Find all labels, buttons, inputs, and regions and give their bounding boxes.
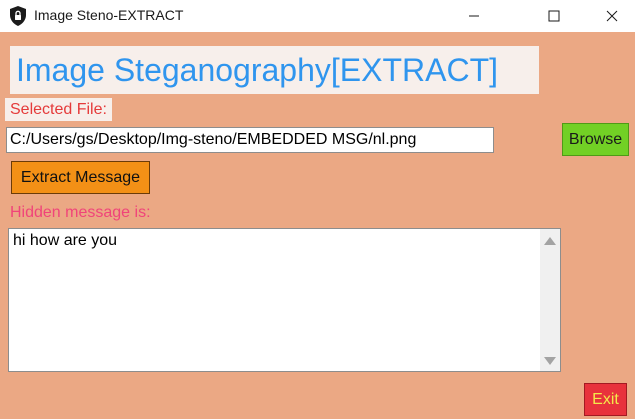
shield-lock-icon <box>10 6 26 26</box>
exit-button[interactable]: Exit <box>584 383 627 416</box>
maximize-button[interactable] <box>531 0 577 32</box>
close-icon <box>606 10 618 22</box>
page-title: Image Steganography[EXTRACT] <box>10 46 539 94</box>
main-panel: Image Steganography[EXTRACT] Selected Fi… <box>0 32 635 419</box>
file-path-input[interactable] <box>6 127 494 153</box>
title-bar: Image Steno-EXTRACT <box>0 0 635 32</box>
selected-file-label: Selected File: <box>5 98 112 121</box>
hidden-message-label: Hidden message is: <box>10 204 151 221</box>
extract-message-button[interactable]: Extract Message <box>11 161 150 194</box>
window-title: Image Steno-EXTRACT <box>34 7 184 23</box>
scroll-up-arrow-icon[interactable] <box>544 237 556 245</box>
hidden-message-textarea[interactable]: hi how are you <box>8 228 540 372</box>
maximize-icon <box>548 10 560 22</box>
message-scrollbar[interactable] <box>540 228 561 372</box>
close-button[interactable] <box>589 0 635 32</box>
browse-button[interactable]: Browse <box>562 123 629 156</box>
minimize-icon <box>469 15 479 17</box>
minimize-button[interactable] <box>451 0 497 32</box>
scroll-down-arrow-icon[interactable] <box>544 357 556 365</box>
